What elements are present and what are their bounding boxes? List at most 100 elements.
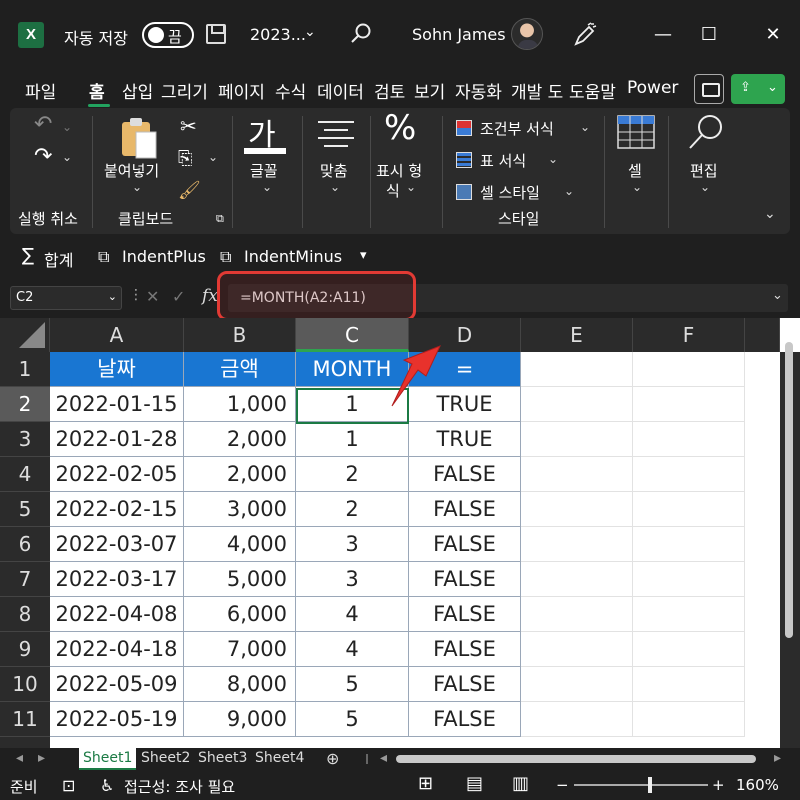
column-header-g[interactable] xyxy=(745,318,780,352)
maximize-button[interactable]: ☐ xyxy=(694,20,724,50)
horizontal-scrollbar-thumb[interactable] xyxy=(396,755,756,763)
add-sheet-icon[interactable]: ⊕ xyxy=(322,747,343,769)
comment-button[interactable] xyxy=(694,74,724,104)
cell-f10[interactable] xyxy=(633,667,745,702)
cells-icon[interactable] xyxy=(616,114,656,150)
cell-d7[interactable]: FALSE xyxy=(409,562,521,597)
column-header-a[interactable]: A xyxy=(50,318,184,352)
cell-e10[interactable] xyxy=(521,667,633,702)
cell-d5[interactable]: FALSE xyxy=(409,492,521,527)
tab-review[interactable]: 검토 xyxy=(374,78,405,103)
cell-c6[interactable]: 3 xyxy=(296,527,409,562)
tab-insert[interactable]: 삽입 xyxy=(122,78,153,103)
redo-icon[interactable]: ↷ xyxy=(34,144,52,169)
row-header-11[interactable]: 11 xyxy=(0,702,50,737)
cell-b5[interactable]: 3,000 xyxy=(184,492,296,527)
editing-button[interactable]: 편집 xyxy=(690,160,718,181)
zoom-slider-handle[interactable] xyxy=(648,777,652,793)
dialog-launcher-icon[interactable]: ⧉ xyxy=(216,212,224,226)
search-icon[interactable] xyxy=(686,112,726,152)
column-header-e[interactable]: E xyxy=(521,318,633,352)
expand-formula-icon[interactable]: ⌄ xyxy=(772,288,783,303)
hscroll-right-icon[interactable]: ▸ xyxy=(770,748,785,770)
page-layout-icon[interactable]: ▤ xyxy=(466,773,483,794)
cell-d4[interactable]: FALSE xyxy=(409,457,521,492)
table-format-button[interactable]: 표 서식 xyxy=(480,150,526,171)
font-button[interactable]: 글꼴 xyxy=(250,160,278,181)
cell-e9[interactable] xyxy=(521,632,633,667)
cell-f5[interactable] xyxy=(633,492,745,527)
cell-b10[interactable]: 8,000 xyxy=(184,667,296,702)
tab-developer[interactable]: 개발 도 xyxy=(511,78,563,103)
cells-button[interactable]: 셀 xyxy=(628,160,642,181)
cell-b9[interactable]: 7,000 xyxy=(184,632,296,667)
hscroll-left-icon[interactable]: ◂ xyxy=(376,748,391,770)
chevron-down-icon[interactable]: ⌄ xyxy=(564,184,574,198)
cell-a1[interactable]: 날짜 xyxy=(50,352,184,387)
cell-a5[interactable]: 2022-02-15 xyxy=(50,492,184,527)
page-break-icon[interactable]: ▥ xyxy=(512,773,529,794)
row-header-7[interactable]: 7 xyxy=(0,562,50,597)
tab-formulas[interactable]: 수식 xyxy=(275,78,306,103)
scroll-left-icon[interactable]: ◂ xyxy=(12,748,27,770)
align-button[interactable]: 맞춤 xyxy=(320,160,348,181)
cell-e3[interactable] xyxy=(521,422,633,457)
more-icon[interactable]: ⋮ xyxy=(129,287,143,303)
tab-file[interactable]: 파일 xyxy=(25,78,56,103)
sum-icon[interactable]: ∑ xyxy=(22,245,34,266)
tab-page[interactable]: 페이지 xyxy=(218,78,265,103)
row-header-3[interactable]: 3 xyxy=(0,422,50,457)
cell-a7[interactable]: 2022-03-17 xyxy=(50,562,184,597)
search-icon[interactable] xyxy=(350,22,372,44)
avatar[interactable] xyxy=(511,18,543,50)
tab-home[interactable]: 홈 xyxy=(89,78,105,103)
undo-icon[interactable]: ↶ xyxy=(34,112,52,137)
cell-e8[interactable] xyxy=(521,597,633,632)
minimize-button[interactable]: — xyxy=(648,20,678,50)
file-name[interactable]: 2023... xyxy=(250,25,306,44)
collapse-ribbon-icon[interactable]: ⌄ xyxy=(764,206,776,222)
cell-a4[interactable]: 2022-02-05 xyxy=(50,457,184,492)
tab-help[interactable]: 도움말 xyxy=(569,78,616,103)
tab-power[interactable]: Power xyxy=(627,78,678,98)
cell-b1[interactable]: 금액 xyxy=(184,352,296,387)
paste-icon[interactable] xyxy=(118,116,160,160)
cell-b6[interactable]: 4,000 xyxy=(184,527,296,562)
sheet-tab-3[interactable]: Sheet3 xyxy=(194,748,251,770)
cell-d9[interactable]: FALSE xyxy=(409,632,521,667)
chevron-down-icon[interactable]: ⌄ xyxy=(304,24,316,40)
cell-b8[interactable]: 6,000 xyxy=(184,597,296,632)
chevron-down-icon[interactable]: ⌄ xyxy=(208,150,218,164)
row-header-10[interactable]: 10 xyxy=(0,667,50,702)
align-icon[interactable] xyxy=(316,118,356,148)
cell-b7[interactable]: 5,000 xyxy=(184,562,296,597)
cell-d6[interactable]: FALSE xyxy=(409,527,521,562)
cell-f1[interactable] xyxy=(633,352,745,387)
zoom-level[interactable]: 160% xyxy=(736,776,779,794)
sheet-tab-4[interactable]: Sheet4 xyxy=(251,748,308,770)
cell-f7[interactable] xyxy=(633,562,745,597)
cell-f4[interactable] xyxy=(633,457,745,492)
cell-a8[interactable]: 2022-04-08 xyxy=(50,597,184,632)
cell-f11[interactable] xyxy=(633,702,745,737)
chevron-down-icon[interactable]: ⌄ xyxy=(406,180,416,194)
sheet-tab-2[interactable]: Sheet2 xyxy=(137,748,194,770)
cell-c7[interactable]: 3 xyxy=(296,562,409,597)
zoom-in-icon[interactable]: + xyxy=(712,776,725,794)
autosave-toggle[interactable]: 끔 xyxy=(142,22,194,48)
cell-b4[interactable]: 2,000 xyxy=(184,457,296,492)
copy-icon[interactable]: ⎘ xyxy=(178,148,192,169)
cell-a2[interactable]: 2022-01-15 xyxy=(50,387,184,422)
tab-draw[interactable]: 그리기 xyxy=(161,78,208,103)
chevron-down-icon[interactable]: ⌄ xyxy=(580,120,590,134)
column-header-f[interactable]: F xyxy=(633,318,745,352)
cell-e6[interactable] xyxy=(521,527,633,562)
cell-f9[interactable] xyxy=(633,632,745,667)
row-header-9[interactable]: 9 xyxy=(0,632,50,667)
row-header-5[interactable]: 5 xyxy=(0,492,50,527)
cell-f2[interactable] xyxy=(633,387,745,422)
row-header-2[interactable]: 2 xyxy=(0,387,50,422)
row-header-8[interactable]: 8 xyxy=(0,597,50,632)
zoom-slider[interactable] xyxy=(574,784,708,786)
cell-a6[interactable]: 2022-03-07 xyxy=(50,527,184,562)
